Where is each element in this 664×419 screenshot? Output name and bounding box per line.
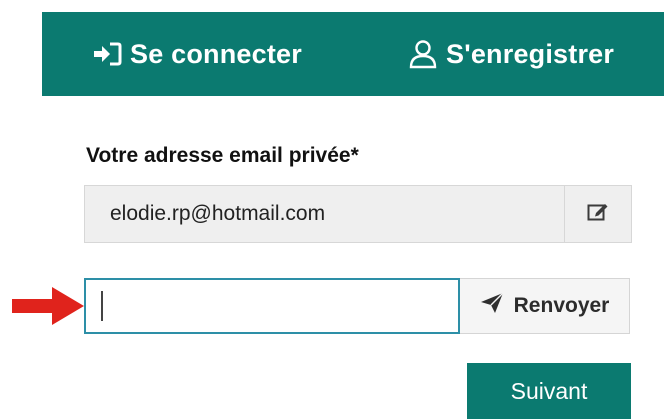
edit-icon — [587, 202, 609, 227]
email-field: elodie.rp@hotmail.com — [110, 202, 326, 225]
user-icon — [408, 39, 438, 69]
text-caret — [101, 291, 103, 321]
tab-login-label: Se connecter — [130, 38, 302, 69]
next-label: Suivant — [510, 377, 588, 404]
auth-tab-bar: Se connecter S'enregistrer — [42, 12, 664, 96]
email-label: Votre adresse email privée* — [86, 144, 359, 167]
red-arrow-icon — [12, 287, 84, 330]
tab-register[interactable]: S'enregistrer — [408, 12, 614, 96]
sign-in-icon — [92, 41, 122, 67]
paper-plane-icon — [480, 292, 504, 320]
next-button[interactable]: Suivant — [467, 363, 631, 419]
email-field-group: elodie.rp@hotmail.com — [84, 185, 632, 243]
resend-button[interactable]: Renvoyer — [460, 278, 630, 334]
tab-register-label: S'enregistrer — [446, 38, 615, 69]
tab-login[interactable]: Se connecter — [92, 12, 302, 96]
edit-email-button[interactable] — [564, 186, 631, 242]
resend-label: Renvoyer — [513, 294, 610, 317]
verification-code-input[interactable] — [84, 278, 460, 334]
